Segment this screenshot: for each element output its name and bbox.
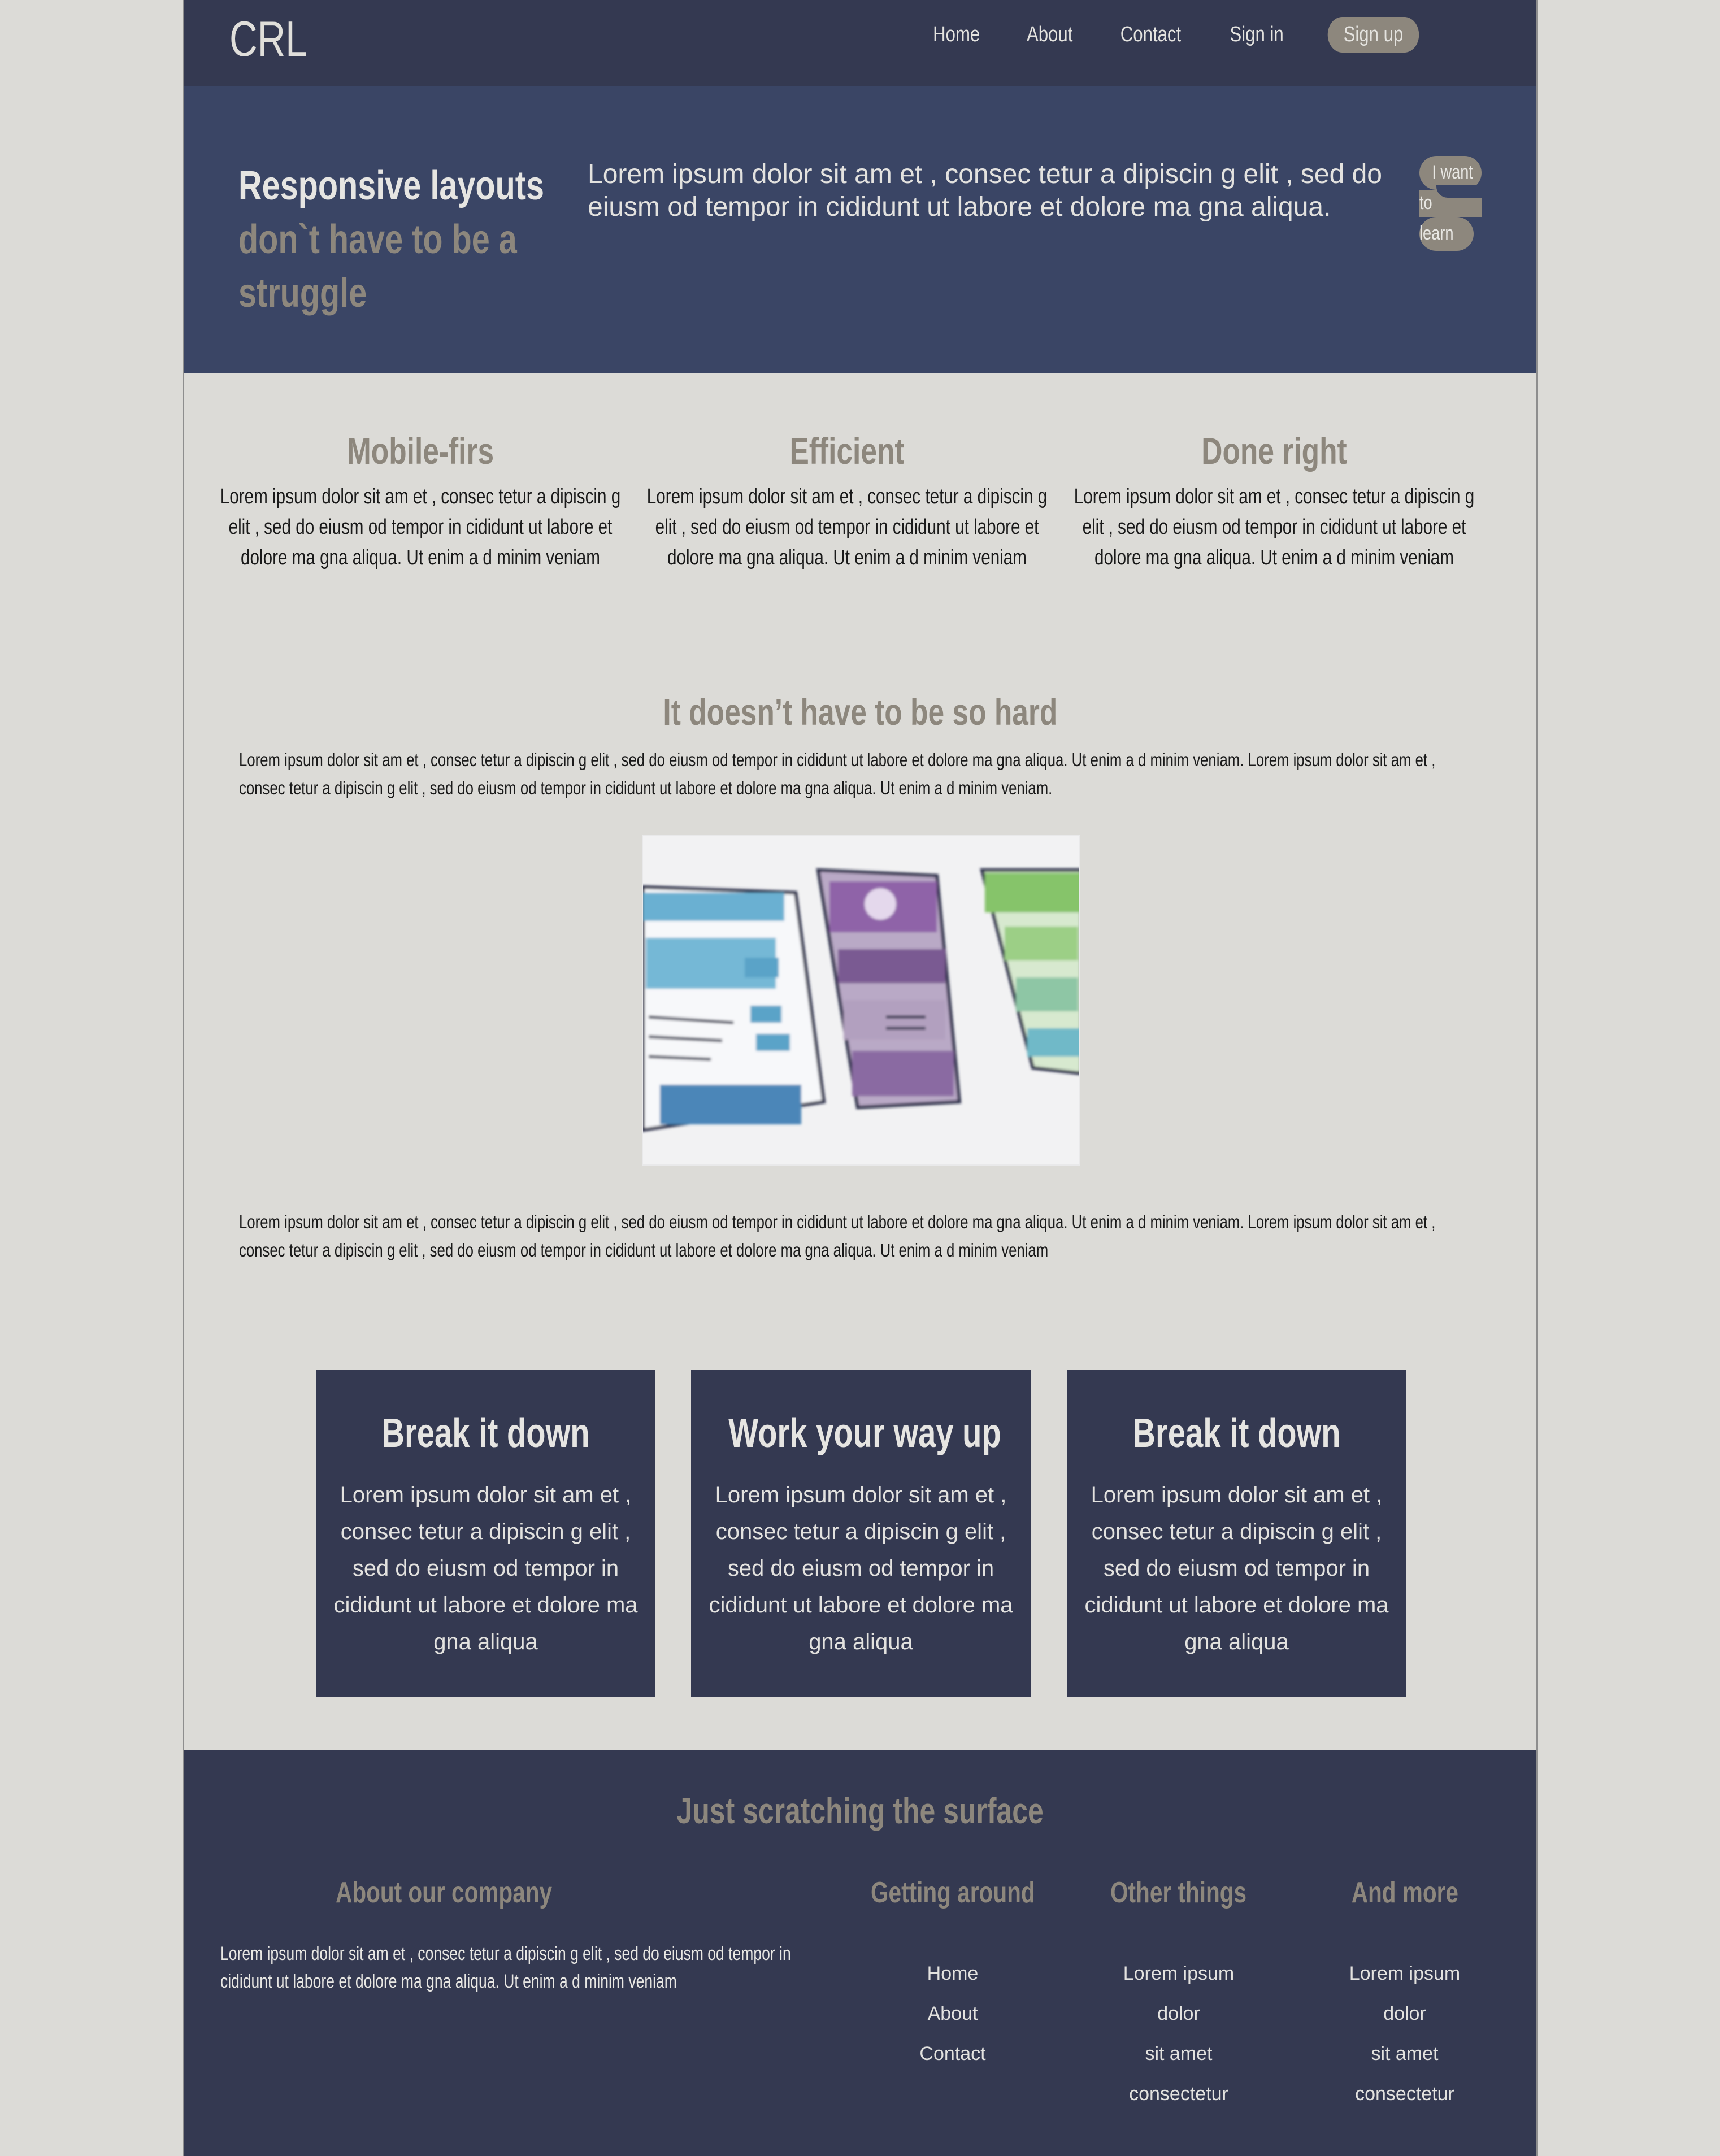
footer-more-title-text: And more	[1351, 1876, 1458, 1909]
footer-link-contact[interactable]: Contact	[840, 2034, 1066, 2074]
footer-other-item[interactable]: Lorem ipsum	[1066, 1954, 1292, 1994]
card-text: Lorem ipsum dolor sit am et , consec tet…	[333, 1483, 638, 1654]
footer-getting-around-title: Getting around	[840, 1876, 1066, 1910]
hero-description: Lorem ipsum dolor sit am et , consec tet…	[588, 159, 1382, 222]
footer-more-item[interactable]: Lorem ipsum	[1292, 1954, 1518, 1994]
feature-mobile-first: Mobile-firs Lorem ipsum dolor sit am et …	[217, 429, 624, 573]
footer-other-list: Lorem ipsum dolor sit amet consectetur	[1066, 1954, 1292, 2114]
page-frame: CRL Home About Contact Sign in Sign up R…	[183, 0, 1538, 2156]
card-work-your-way-up: Work your way up Lorem ipsum dolor sit a…	[691, 1370, 1031, 1697]
footer-link-home[interactable]: Home	[840, 1954, 1066, 1994]
footer-more-item[interactable]: dolor	[1292, 1994, 1518, 2034]
feature-title: Mobile-firs	[346, 430, 494, 472]
feature-title: Efficient	[789, 430, 905, 472]
site-header: CRL Home About Contact Sign in Sign up	[184, 0, 1536, 86]
card-text: Lorem ipsum dolor sit am et , consec tet…	[1084, 1483, 1389, 1654]
feature-text: Lorem ipsum dolor sit am et , consec tet…	[1074, 485, 1475, 570]
cta-line-2: to	[1419, 192, 1432, 214]
card-title: Break it down	[381, 1411, 590, 1456]
footer-about-title-text: About our company	[336, 1876, 553, 1909]
footer-about-title: About our company	[297, 1876, 591, 1910]
nav-signin-link[interactable]: Sign in	[1230, 23, 1283, 47]
footer-other-item[interactable]: consectetur	[1066, 2074, 1292, 2114]
main-nav: Home About Contact Sign in Sign up	[892, 17, 1429, 53]
cta-line-1: I want	[1432, 162, 1473, 183]
footer-title-text: Just scratching the surface	[676, 1790, 1044, 1831]
footer-about-text: Lorem ipsum dolor sit am et , consec tet…	[220, 1943, 791, 1992]
feature-text: Lorem ipsum dolor sit am et , consec tet…	[646, 485, 1048, 570]
nav-contact-link[interactable]: Contact	[1120, 23, 1181, 47]
footer-getting-around-title-text: Getting around	[870, 1876, 1035, 1909]
hero-section: Responsive layouts don`t have to be a st…	[184, 86, 1536, 373]
section-title: It doesn’t have to be so hard	[184, 690, 1536, 733]
wireframe-sketch-image	[642, 835, 1080, 1166]
section-title-text: It doesn’t have to be so hard	[663, 691, 1058, 733]
footer-title: Just scratching the surface	[184, 1790, 1536, 1832]
card-text: Lorem ipsum dolor sit am et , consec tet…	[709, 1483, 1013, 1654]
card-break-it-down: Break it down Lorem ipsum dolor sit am e…	[316, 1370, 655, 1697]
section-paragraph-2: Lorem ipsum dolor sit am et , consec tet…	[239, 1211, 1436, 1260]
feature-title: Done right	[1201, 430, 1347, 472]
feature-text: Lorem ipsum dolor sit am et , consec tet…	[220, 485, 621, 570]
learn-more-label: I want to learn	[1419, 157, 1478, 249]
nav-about-link[interactable]: About	[1027, 23, 1072, 47]
hero-title: Responsive layouts don`t have to be a st…	[238, 159, 555, 320]
section-paragraph-1: Lorem ipsum dolor sit am et , consec tet…	[239, 749, 1436, 798]
footer-link-about[interactable]: About	[840, 1994, 1066, 2034]
signup-button[interactable]: Sign up	[1327, 17, 1419, 53]
footer-more-item[interactable]: consectetur	[1292, 2074, 1518, 2114]
sketch-illustration	[643, 868, 1079, 1132]
footer-other-title-text: Other things	[1110, 1876, 1247, 1909]
footer-other-title: Other things	[1066, 1876, 1292, 1910]
feature-done-right: Done right Lorem ipsum dolor sit am et ,…	[1071, 429, 1478, 573]
hero-title-line-3: struggle	[238, 271, 367, 316]
nav-home-link[interactable]: Home	[933, 23, 980, 47]
hero-title-line-2: don`t have to be a	[238, 217, 517, 262]
hero-title-line-1: Responsive layouts	[238, 163, 544, 208]
site-footer: Just scratching the surface About our co…	[184, 1750, 1536, 2156]
footer-other-item[interactable]: sit amet	[1066, 2034, 1292, 2074]
footer-more-list: Lorem ipsum dolor sit amet consectetur	[1292, 1954, 1518, 2114]
card-break-it-down-2: Break it down Lorem ipsum dolor sit am e…	[1067, 1370, 1406, 1697]
card-title: Work your way up	[728, 1411, 1001, 1456]
footer-more-title: And more	[1292, 1876, 1518, 1910]
feature-efficient: Efficient Lorem ipsum dolor sit am et , …	[644, 429, 1050, 573]
card-title: Break it down	[1132, 1411, 1341, 1456]
footer-more-item[interactable]: sit amet	[1292, 2034, 1518, 2074]
footer-other-item[interactable]: dolor	[1066, 1994, 1292, 2034]
footer-getting-around-list: Home About Contact	[840, 1954, 1066, 2074]
logo[interactable]: CRL	[229, 10, 307, 68]
cta-line-3: learn	[1419, 223, 1454, 244]
